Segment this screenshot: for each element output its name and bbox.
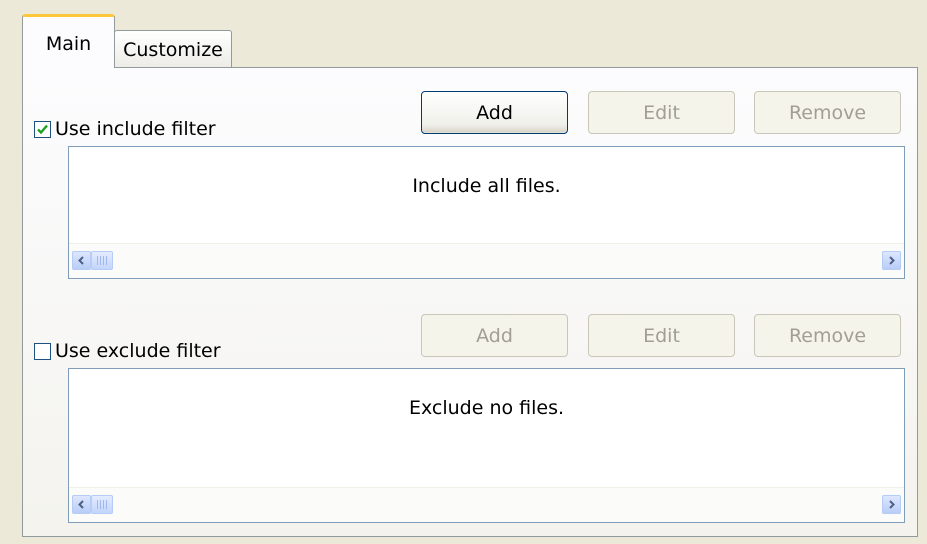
chevron-right-icon[interactable] (882, 251, 901, 270)
include-filter-label[interactable]: Use include filter (55, 118, 216, 140)
exclude-horizontal-scrollbar[interactable] (69, 487, 904, 522)
tab-main-label: Main (45, 33, 92, 55)
tab-main[interactable]: Main (22, 14, 115, 68)
include-edit-button[interactable]: Edit (588, 91, 735, 134)
exclude-filter-label[interactable]: Use exclude filter (55, 340, 221, 362)
exclude-filter-list[interactable]: Exclude no files. (68, 368, 905, 523)
checkmark-icon (37, 124, 48, 134)
chevron-right-icon[interactable] (882, 495, 901, 514)
exclude-filter-row: Use exclude filter (34, 340, 221, 362)
exclude-add-button[interactable]: Add (421, 314, 568, 357)
tab-panel-main: Use include filter Add Edit Remove Inclu… (22, 67, 918, 537)
scrollbar-thumb[interactable] (91, 495, 113, 514)
include-list-text: Include all files. (412, 175, 561, 197)
scrollbar-thumb[interactable] (91, 251, 113, 270)
chevron-left-icon[interactable] (72, 495, 91, 514)
tab-customize-label: Customize (123, 39, 223, 61)
tab-customize[interactable]: Customize (114, 30, 232, 69)
exclude-remove-button[interactable]: Remove (754, 314, 901, 357)
exclude-list-text: Exclude no files. (408, 397, 565, 419)
include-filter-list[interactable]: Include all files. (68, 146, 905, 279)
include-horizontal-scrollbar[interactable] (69, 243, 904, 278)
chevron-left-icon[interactable] (72, 251, 91, 270)
include-add-button[interactable]: Add (421, 91, 568, 134)
scrollbar-grip-icon (97, 256, 107, 265)
include-filter-row: Use include filter (34, 118, 216, 140)
include-filter-checkbox[interactable] (34, 120, 51, 138)
exclude-filter-checkbox[interactable] (34, 342, 51, 360)
scrollbar-grip-icon (97, 500, 107, 509)
include-remove-button[interactable]: Remove (754, 91, 901, 134)
exclude-edit-button[interactable]: Edit (588, 314, 735, 357)
